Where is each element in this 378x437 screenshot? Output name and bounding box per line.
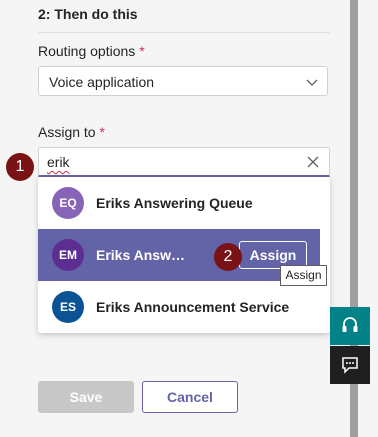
step-marker-1: 1 [6, 153, 34, 181]
result-name: Eriks Announcement Service [96, 299, 290, 315]
section-title: 2: Then do this [38, 6, 138, 22]
side-support-button[interactable] [330, 307, 370, 345]
result-name: Eriks Answering Queue [96, 195, 253, 211]
result-name: Eriks Answ… [96, 247, 185, 263]
avatar: EQ [52, 187, 84, 219]
required-marker: * [139, 43, 145, 59]
section-divider [38, 32, 330, 33]
cancel-button[interactable]: Cancel [142, 381, 238, 413]
assign-tooltip: Assign [280, 265, 327, 286]
result-item-highlighted[interactable]: EM Eriks Answ… Assign [38, 229, 320, 281]
assign-to-label-text: Assign to [38, 124, 96, 140]
assign-to-search-input[interactable]: erik [38, 147, 330, 177]
result-item[interactable]: ES Eriks Announcement Service [38, 281, 320, 333]
avatar: ES [52, 291, 84, 323]
close-icon[interactable] [305, 154, 321, 170]
routing-options-dropdown[interactable]: Voice application [38, 66, 328, 96]
avatar: EM [52, 239, 84, 271]
routing-options-label-text: Routing options [38, 43, 136, 59]
routing-options-label: Routing options * [38, 43, 145, 59]
search-query: erik [47, 154, 70, 170]
result-item[interactable]: EQ Eriks Answering Queue [38, 177, 320, 229]
feedback-icon [342, 357, 358, 374]
assign-to-label: Assign to * [38, 124, 105, 140]
chevron-down-icon [306, 79, 318, 86]
settings-panel: 2: Then do this Routing options * Voice … [0, 0, 350, 437]
search-results-list: EQ Eriks Answering Queue EM Eriks Answ… … [38, 177, 330, 333]
routing-options-value: Voice application [49, 74, 155, 90]
headset-icon [342, 317, 358, 332]
side-feedback-button[interactable] [330, 346, 370, 384]
save-button[interactable]: Save [38, 381, 134, 413]
required-marker: * [99, 124, 105, 140]
step-marker-2: 2 [214, 243, 242, 271]
